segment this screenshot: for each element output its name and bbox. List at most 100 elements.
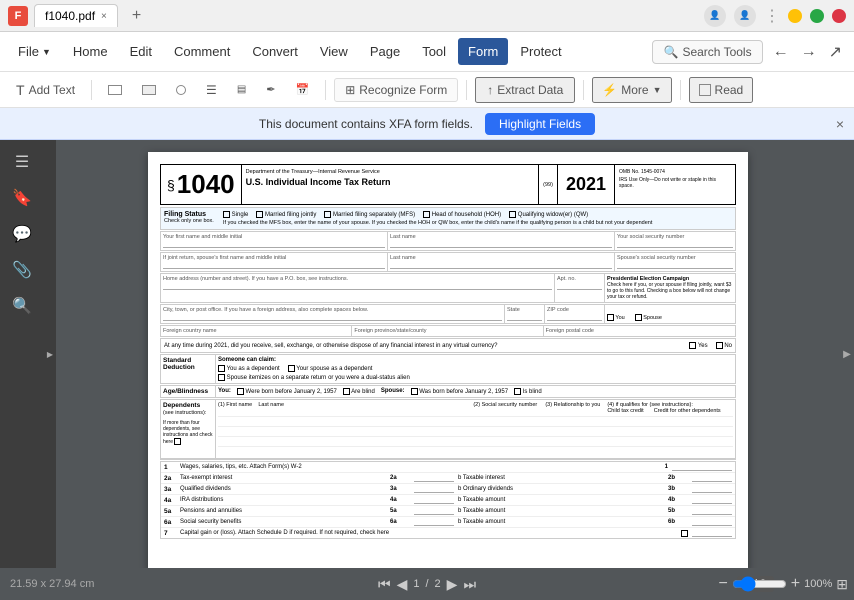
recognize-form-button[interactable]: ⊞ Recognize Form xyxy=(334,78,458,102)
menu-protect[interactable]: Protect xyxy=(510,38,571,65)
line-input-6b[interactable] xyxy=(692,518,732,526)
menu-tool[interactable]: Tool xyxy=(412,38,456,65)
more-options-icon[interactable]: ⋮ xyxy=(764,6,780,26)
nav-external-icon[interactable]: ↗ xyxy=(825,38,846,66)
nav-back-button[interactable]: ← xyxy=(769,39,793,65)
menu-file[interactable]: File ▼ xyxy=(8,40,61,63)
close-button[interactable] xyxy=(832,9,846,23)
last-page-button[interactable]: ⏭ xyxy=(463,576,476,593)
search-tools-label: Search Tools xyxy=(682,45,751,59)
app-icon: F xyxy=(8,6,28,26)
foreign-country-field: Foreign country name xyxy=(161,326,352,336)
ssn-input[interactable] xyxy=(617,240,733,248)
fit-page-button[interactable]: ⊞ xyxy=(836,576,848,593)
sidebar-icon-menu[interactable]: ☰ xyxy=(8,148,36,176)
field-icon-5[interactable]: ▤ xyxy=(229,80,254,99)
last-name-input[interactable] xyxy=(390,240,612,248)
cb-married-sep: Married filing separately (MFS) xyxy=(324,211,415,218)
line-desc-7: Capital gain or (loss). Attach Schedule … xyxy=(180,530,677,536)
foreign-postal-label: Foreign postal code xyxy=(546,328,733,334)
extract-data-button[interactable]: ↑ Extract Data xyxy=(475,77,575,103)
election-checkboxes: You Spouse xyxy=(605,305,735,323)
menu-convert[interactable]: Convert xyxy=(242,38,308,65)
filing-status-row: Filing Status Check only one box. Single… xyxy=(164,211,732,226)
apt-input[interactable] xyxy=(557,282,602,290)
spouse-ssn-field: Spouse's social security number xyxy=(615,253,735,271)
field-icon-7[interactable]: 📅 xyxy=(287,79,317,100)
zoom-slider[interactable] xyxy=(732,576,787,592)
actionbar: T Add Text ☰ ▤ ✒ 📅 ⊞ Recognize Form ↑ Ex… xyxy=(0,72,854,108)
search-tools-button[interactable]: 🔍 Search Tools xyxy=(652,40,762,64)
line-input-7[interactable] xyxy=(692,529,732,537)
zoom-in-button[interactable]: + xyxy=(791,575,800,593)
line-box-2b: 2b xyxy=(668,475,688,481)
line-input-1[interactable] xyxy=(672,463,732,471)
highlight-fields-button[interactable]: Highlight Fields xyxy=(485,113,595,135)
city-input[interactable] xyxy=(163,313,502,321)
prev-page-button[interactable]: ◀ xyxy=(397,576,408,593)
menu-page[interactable]: Page xyxy=(360,38,410,65)
more-button[interactable]: ⚡ More ▼ xyxy=(592,77,671,103)
deduction-checkboxes: You as a dependent Your spouse as a depe… xyxy=(218,365,733,372)
left-panel-collapse[interactable]: ▶ xyxy=(44,140,56,568)
joint-last-input[interactable] xyxy=(390,261,612,269)
income-line-4: 4a IRA distributions 4a b Taxable amount… xyxy=(161,495,735,506)
spouse-ssn-input[interactable] xyxy=(617,261,733,269)
sidebar-icon-comment[interactable]: 💬 xyxy=(8,220,36,248)
pdf-viewer[interactable]: § 1040 Department of the Treasury—Intern… xyxy=(56,140,840,568)
tab[interactable]: f1040.pdf × xyxy=(34,4,118,27)
sidebar-icon-search[interactable]: 🔍 xyxy=(8,292,36,320)
line-input-2a[interactable] xyxy=(414,474,454,482)
state-input[interactable] xyxy=(507,313,542,321)
line-input-4a[interactable] xyxy=(414,496,454,504)
virtual-currency-text: At any time during 2021, did you receive… xyxy=(164,343,689,349)
menu-form[interactable]: Form xyxy=(458,38,508,65)
zoom-out-button[interactable]: − xyxy=(718,575,727,593)
read-button[interactable]: Read xyxy=(689,77,754,103)
menu-comment[interactable]: Comment xyxy=(164,38,240,65)
address-input[interactable] xyxy=(163,282,552,290)
xfa-close-button[interactable]: × xyxy=(836,116,844,132)
field-icon-6[interactable]: ✒ xyxy=(258,79,283,100)
spouse-itemize-text: Spouse itemizes on a separate return or … xyxy=(227,375,410,381)
right-panel-expand-icon[interactable]: ▶ xyxy=(843,349,851,360)
std-deduction-content: Someone can claim: You as a dependent Yo… xyxy=(216,355,735,383)
field-icon-4[interactable]: ☰ xyxy=(198,79,225,101)
first-page-button[interactable]: ⏮ xyxy=(378,576,391,593)
income-line-7: 7 Capital gain or (loss). Attach Schedul… xyxy=(161,528,735,538)
nav-forward-button[interactable]: → xyxy=(797,39,821,65)
line-input-6a[interactable] xyxy=(414,518,454,526)
line-input-2b[interactable] xyxy=(692,474,732,482)
line-input-5b[interactable] xyxy=(692,507,732,515)
zip-input[interactable] xyxy=(547,313,602,321)
tab-close-icon[interactable]: × xyxy=(101,11,107,22)
line-input-4b[interactable] xyxy=(692,496,732,504)
toolbar-separator-1 xyxy=(91,80,92,100)
field-icon-1[interactable] xyxy=(100,81,130,99)
recognize-icon: ⊞ xyxy=(345,83,355,97)
filing-options-area: Single Married filing jointly Married fi… xyxy=(223,211,732,226)
age-blindness-content: You: Were born before January 2, 1957 Ar… xyxy=(216,386,735,397)
first-name-input[interactable] xyxy=(163,240,385,248)
line-7-checkbox[interactable] xyxy=(681,530,688,537)
avatar-2: 👤 xyxy=(734,5,756,27)
menu-edit[interactable]: Edit xyxy=(120,38,162,65)
line-input-3a[interactable] xyxy=(414,485,454,493)
sidebar-icon-attachment[interactable]: 📎 xyxy=(8,256,36,284)
sidebar-icon-bookmark[interactable]: 🔖 xyxy=(8,184,36,212)
new-tab-button[interactable]: + xyxy=(124,3,149,29)
minimize-button[interactable] xyxy=(788,9,802,23)
field-icon-2[interactable] xyxy=(134,81,164,99)
menu-view[interactable]: View xyxy=(310,38,358,65)
line-box-6a: 6a xyxy=(390,519,410,525)
add-text-button[interactable]: T Add Text xyxy=(8,78,83,102)
next-page-button[interactable]: ▶ xyxy=(447,576,458,593)
line-input-3b[interactable] xyxy=(692,485,732,493)
last-name-field: Last name xyxy=(388,232,615,250)
right-sidebar: ▶ xyxy=(840,140,854,568)
line-input-5a[interactable] xyxy=(414,507,454,515)
maximize-button[interactable] xyxy=(810,9,824,23)
joint-name-input[interactable] xyxy=(163,261,385,269)
field-icon-3[interactable] xyxy=(168,81,194,99)
menu-home[interactable]: Home xyxy=(63,38,118,65)
